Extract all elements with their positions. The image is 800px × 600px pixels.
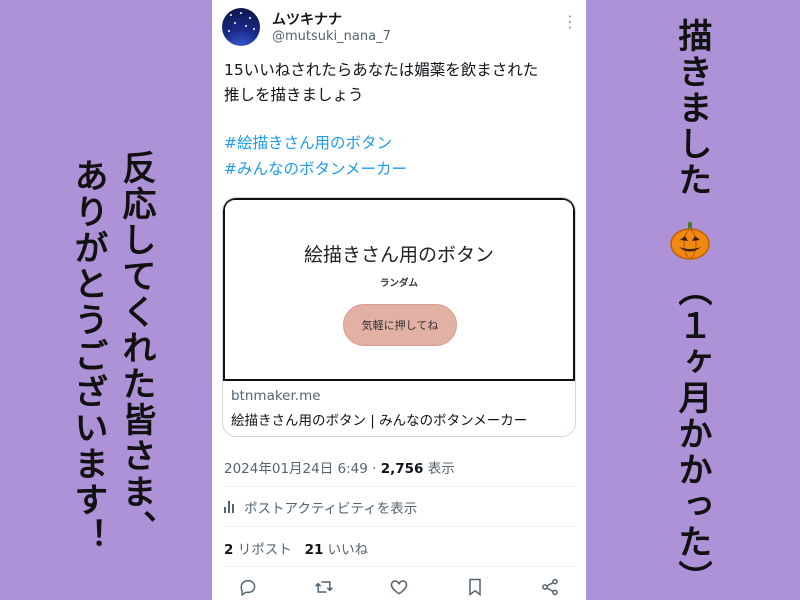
divider	[222, 566, 576, 567]
divider	[222, 486, 576, 487]
engagement-counts: 2 リポスト 21 いいね	[224, 538, 368, 558]
hashtags: #絵描きさん用のボタン #みんなのボタンメーカー	[224, 130, 407, 182]
timestamp[interactable]: 2024年01月24日 6:49 ·	[224, 461, 381, 477]
display-name[interactable]: ムツキナナ	[272, 9, 342, 29]
views-label: 表示	[423, 461, 455, 477]
reposts-label: リポスト	[233, 542, 292, 558]
took-a-month-text: （１ヶ月かかった）	[672, 272, 712, 596]
preview-title: 絵描きさん用のボタン	[303, 244, 494, 266]
activity-chart-icon	[224, 501, 238, 513]
share-icon[interactable]	[540, 577, 560, 597]
post-activity-label: ポストアクティビティを表示	[244, 501, 418, 517]
tweet-text-line: 推しを描きましょう	[224, 86, 364, 104]
link-preview-image[interactable]: 絵描きさん用のボタン ランダム 気軽に押してね	[223, 198, 575, 381]
drew-it-text: 描きました	[672, 18, 712, 198]
action-bar	[238, 577, 560, 599]
link-card[interactable]: 絵描きさん用のボタン ランダム 気軽に押してね btnmaker.me 絵描きさ…	[222, 197, 576, 437]
tweet-card: ムツキナナ @mutsuki_nana_7 ⋮ 15いいねされたらあなたは媚薬を…	[212, 0, 586, 600]
reply-icon[interactable]	[238, 577, 258, 597]
preview-button: 気軽に押してね	[343, 304, 457, 346]
tweet-text: 15いいねされたらあなたは媚薬を飲まされた 推しを描きましょう	[224, 58, 574, 108]
like-icon[interactable]	[389, 577, 409, 597]
tweet-text-line: 15いいねされたらあなたは媚薬を飲まされた	[224, 61, 539, 79]
tweet-header: ムツキナナ @mutsuki_nana_7 ⋮	[222, 8, 578, 48]
hashtag-link[interactable]: #絵描きさん用のボタン	[224, 130, 407, 156]
more-dots-icon[interactable]: ⋮	[562, 14, 578, 30]
bookmark-icon[interactable]	[465, 577, 485, 597]
thanks-text-line1: 反応してくれた皆さま、	[116, 150, 156, 546]
user-handle[interactable]: @mutsuki_nana_7	[272, 29, 391, 44]
link-title: 絵描きさん用のボタン | みんなのボタンメーカー	[231, 413, 528, 429]
views-count: 2,756	[380, 461, 424, 477]
repost-icon[interactable]	[314, 577, 334, 597]
post-activity-link[interactable]: ポストアクティビティを表示	[224, 497, 417, 517]
reposts-count: 2	[224, 542, 234, 558]
reposts-link[interactable]: 2 リポスト	[224, 542, 292, 558]
likes-count: 21	[304, 542, 324, 558]
thanks-text-line2: ありがとうございます！	[68, 158, 108, 554]
divider	[222, 526, 576, 527]
tweet-meta: 2024年01月24日 6:49 · 2,756 表示	[224, 457, 455, 477]
preview-subtitle: ランダム	[379, 278, 418, 289]
likes-label: いいね	[323, 542, 369, 558]
hashtag-link[interactable]: #みんなのボタンメーカー	[224, 156, 407, 182]
likes-link[interactable]: 21 いいね	[305, 542, 369, 558]
jack-o-lantern-icon	[670, 222, 710, 260]
link-domain: btnmaker.me	[231, 388, 321, 404]
avatar[interactable]	[222, 8, 260, 46]
